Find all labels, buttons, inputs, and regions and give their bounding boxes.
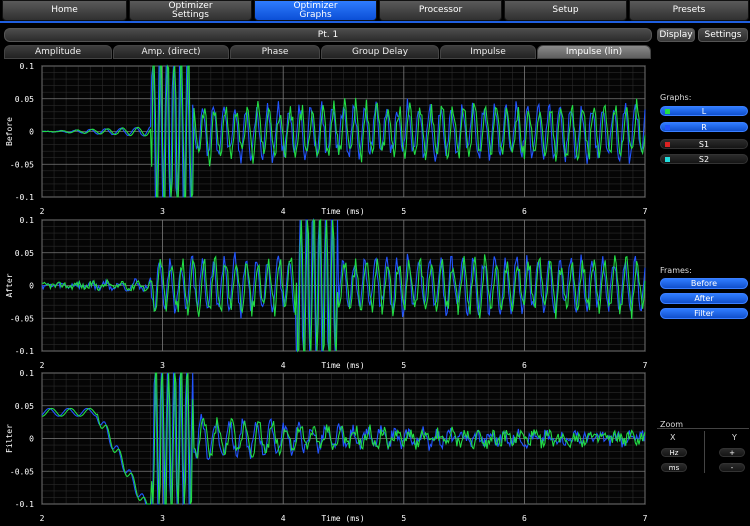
x-tick-label: 2 [40,514,45,523]
frames-label: Frames: [660,266,692,275]
graph-toggle-l[interactable]: L [660,106,748,116]
zoom-y-in-button[interactable]: + [719,448,745,457]
y-axis-label: After [5,273,14,297]
x-tick-label: 5 [401,361,406,370]
y-tick-label: 0 [29,128,34,137]
y-tick-label: -0.05 [10,314,34,323]
y-tick-label: 0 [29,282,34,291]
y-tick-label: 0.1 [20,62,35,71]
zoom-x-ms-button[interactable]: ms [661,463,687,472]
x-tick-label: 7 [643,514,648,523]
graph-l-swatch [665,109,670,114]
zoom-panel: X Y Hz ms + - [657,428,749,475]
x-axis-label: Time (ms) [321,361,364,370]
y-tick-label: 0.1 [20,369,35,378]
zoom-y-in-label: + [729,449,735,457]
y-tick-label: -0.1 [15,193,34,202]
x-tick-label: 2 [40,361,45,370]
graph-toggle-r-label: R [701,123,707,132]
frame-after-label: After [694,294,714,303]
x-tick-label: 5 [401,207,406,216]
x-tick-label: 4 [281,514,286,523]
x-tick-label: 5 [401,514,406,523]
frame-before-label: Before [690,279,718,288]
zoom-x-label: X [670,433,676,442]
y-tick-label: 0.05 [15,95,34,104]
frame-filter-button[interactable]: Filter [660,308,748,319]
x-tick-label: 2 [40,207,45,216]
zoom-x-hz-button[interactable]: Hz [661,448,687,457]
x-tick-label: 3 [160,514,165,523]
impulse-charts: 0.1 0.05 0 -0.05 -0.1 2 3 4 5 6 7 Time (ms) Before 0.… [5,62,648,523]
zoom-x-ms-label: ms [668,464,680,472]
zoom-y-label: Y [732,433,737,442]
x-tick-label: 7 [643,207,648,216]
x-tick-label: 3 [160,361,165,370]
y-axis-label: Before [5,117,14,146]
graph-toggle-s1[interactable]: S1 [660,139,748,149]
y-tick-label: -0.05 [10,160,34,169]
y-tick-label: -0.1 [15,500,34,509]
x-tick-label: 6 [522,361,527,370]
y-tick-label: 0.1 [20,216,35,225]
x-tick-label: 3 [160,207,165,216]
x-axis-label: Time (ms) [321,207,364,216]
y-tick-label: 0.05 [15,402,34,411]
graph-toggle-s1-label: S1 [698,140,710,149]
x-axis-label: Time (ms) [321,514,364,523]
graph-toggle-s2-label: S2 [698,155,710,164]
zoom-y-out-label: - [730,464,734,472]
x-tick-label: 6 [522,207,527,216]
graph-toggle-s2[interactable]: S2 [660,154,748,164]
y-tick-label: 0 [29,435,34,444]
frame-filter-label: Filter [694,309,714,318]
y-tick-label: -0.05 [10,467,34,476]
frame-after-button[interactable]: After [660,293,748,304]
y-axis-label: Filter [5,424,14,453]
y-tick-label: 0.05 [15,249,34,258]
zoom-y-out-button[interactable]: - [719,463,745,472]
zoom-divider [704,431,705,473]
graphs-label: Graphs: [660,93,692,102]
graph-r-swatch [665,125,670,130]
graph-toggle-r[interactable]: R [660,122,748,132]
graph-s1-swatch [665,142,670,147]
x-tick-label: 4 [281,207,286,216]
y-tick-label: -0.1 [15,347,34,356]
frame-before-button[interactable]: Before [660,278,748,289]
x-tick-label: 4 [281,361,286,370]
x-tick-label: 7 [643,361,648,370]
x-tick-label: 6 [522,514,527,523]
graph-toggle-l-label: L [701,107,707,116]
zoom-x-hz-label: Hz [669,449,679,457]
graph-s2-swatch [665,157,670,162]
